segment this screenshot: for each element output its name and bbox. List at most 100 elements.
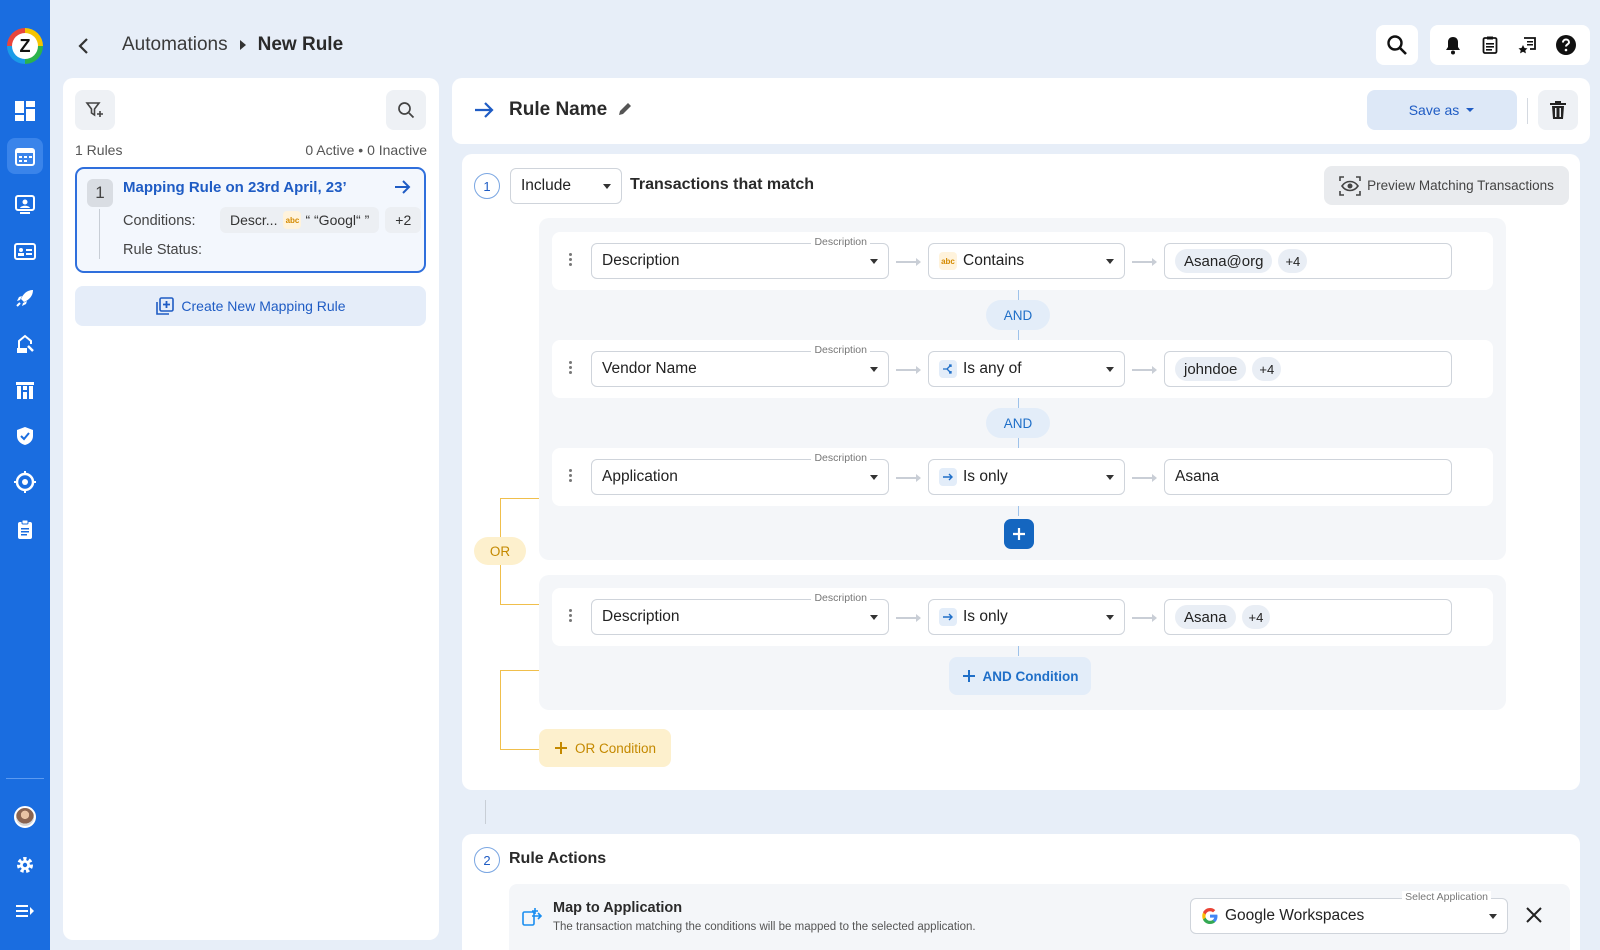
step1-title: Transactions that match [630,176,815,193]
breadcrumb-caret-icon [238,39,248,51]
breadcrumb-parent[interactable]: Automations [122,34,228,56]
or-pill: OR [474,537,526,565]
field-value: Description [602,252,680,269]
value-input[interactable]: Asana +4 [1164,599,1452,635]
chevron-down-icon [870,475,878,480]
value-more[interactable]: +4 [1252,357,1282,381]
user-avatar[interactable] [14,806,36,828]
operator-dropdown[interactable]: Is any of [928,351,1125,387]
and-connector [1018,330,1019,340]
contact-card-icon[interactable] [7,186,43,222]
building-icon[interactable] [7,372,43,408]
rocket-icon[interactable] [7,280,43,316]
include-dropdown[interactable]: Include [510,168,622,204]
value-more[interactable]: +4 [1241,605,1271,629]
integrations-icon[interactable] [7,464,43,500]
add-filter-button[interactable] [75,90,115,130]
value-more[interactable]: +4 [1278,249,1308,273]
value-input[interactable]: Asana@org +4 [1164,243,1452,279]
plus-icon [962,670,975,682]
chevron-down-icon [1489,914,1497,919]
condition-chip: Descr... abc “ “Googl“ ” [220,207,380,233]
drag-handle-icon[interactable] [569,467,573,487]
field-dropdown[interactable]: Description Description [591,592,889,635]
header-divider [1527,98,1528,124]
search-icon [398,102,415,119]
calendar-icon[interactable] [7,138,43,174]
dashboard-icon[interactable] [7,93,43,129]
rule-title[interactable]: Mapping Rule on 23rd April, 23’ [123,179,347,196]
clipboard-list-icon[interactable] [1480,35,1500,55]
rules-search-button[interactable] [386,90,426,130]
and-pill: AND [986,408,1050,438]
bell-icon[interactable] [1443,35,1463,55]
open-rule-arrow-icon[interactable] [392,177,412,197]
drag-handle-icon[interactable] [569,251,573,271]
app-logo[interactable]: Z [7,28,43,64]
value-input[interactable]: Asana [1164,459,1452,495]
create-mapping-rule-label: Create New Mapping Rule [181,298,346,314]
and-connector [1018,646,1019,656]
trash-icon [1550,101,1566,119]
search-button[interactable] [1376,25,1418,65]
or-condition-label: OR Condition [574,740,657,756]
rule-card[interactable]: 1 Mapping Rule on 23rd April, 23’ Condit… [75,167,426,273]
operator-value: Is any of [963,360,1022,377]
select-application-dropdown[interactable]: Select Application Google Workspaces [1190,891,1508,934]
gear-icon[interactable] [7,847,43,883]
add-and-condition-button[interactable] [1004,519,1034,549]
eye-scan-icon [1339,175,1361,196]
field-dropdown[interactable]: Description Vendor Name [591,344,889,387]
arrow-connector [896,258,921,266]
or-connector-2 [500,670,539,750]
id-card-icon[interactable] [7,233,43,269]
delete-rule-button[interactable] [1538,90,1578,130]
breadcrumb: Automations New Rule [122,34,343,56]
arrow-connector [1132,474,1157,482]
create-mapping-rule-button[interactable]: Create New Mapping Rule [75,286,426,326]
field-dropdown[interactable]: Description Application [591,452,889,495]
rule-name[interactable]: Rule Name [509,99,607,121]
contains-icon: abc [283,211,302,229]
and-connector [1018,398,1019,408]
close-icon[interactable] [1524,905,1544,925]
save-as-button[interactable]: Save as [1367,90,1517,130]
google-icon [1201,907,1219,925]
include-value: Include [521,177,571,194]
review-icon[interactable] [1518,35,1538,55]
and-condition-label: AND Condition [982,668,1079,684]
arrow-connector [896,366,921,374]
value-pill[interactable]: johndoe [1175,357,1247,381]
contract-icon[interactable] [7,326,43,362]
drag-handle-icon[interactable] [569,359,573,379]
edit-pencil-icon[interactable] [616,100,634,118]
or-condition-button[interactable]: OR Condition [539,729,671,767]
preview-matching-button[interactable]: Preview Matching Transactions [1324,166,1569,205]
shield-icon[interactable] [7,418,43,454]
and-connector [1018,438,1019,448]
value-pill[interactable]: Asana@org [1175,249,1273,273]
caret-down-icon [1466,108,1475,112]
clipboard-icon[interactable] [7,511,43,547]
chevron-down-icon [603,184,611,189]
conditions-label: Conditions: [123,213,196,229]
field-floating-label: Description [811,344,870,356]
back-arrow-icon[interactable] [72,34,96,58]
chevron-down-icon [1106,475,1114,480]
value-input[interactable]: johndoe +4 [1164,351,1452,387]
field-dropdown[interactable]: Description Description [591,236,889,279]
step2-number: 2 [474,847,500,873]
and-condition-button[interactable]: AND Condition [949,657,1091,695]
operator-dropdown[interactable]: Is only [928,599,1125,635]
arrow-connector [1132,258,1157,266]
select-application-label: Select Application [1402,891,1491,903]
expand-menu-icon[interactable] [7,893,43,929]
operator-dropdown[interactable]: abc Contains [928,243,1125,279]
value-pill[interactable]: Asana [1175,605,1236,629]
help-icon[interactable] [1555,34,1577,56]
condition-field: Descr... [230,212,278,228]
drag-handle-icon[interactable] [569,607,573,627]
operator-value: Contains [963,252,1025,269]
operator-dropdown[interactable]: Is only [928,459,1125,495]
toolbar-group [1430,25,1590,65]
